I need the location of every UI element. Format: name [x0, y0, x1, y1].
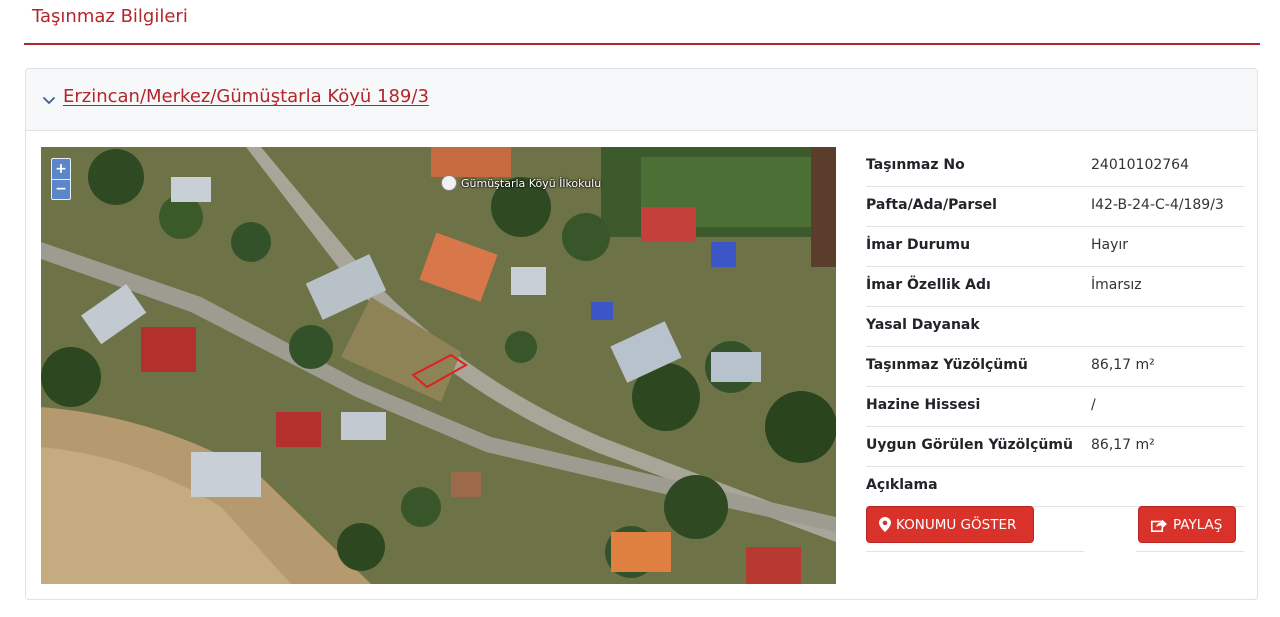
info-label: İmar Özellik Adı	[866, 277, 991, 293]
parcel-card: Erzincan/Merkez/Gümüştarla Köyü 189/3 + …	[25, 68, 1258, 600]
page-title: Taşınmaz Bilgileri	[32, 6, 188, 27]
info-row: İmar Durumu Hayır	[866, 227, 1244, 267]
share-button[interactable]: PAYLAŞ	[1138, 506, 1236, 543]
info-row: Taşınmaz Yüzölçümü 86,17 m²	[866, 347, 1244, 387]
info-label: Uygun Görülen Yüzölçümü	[866, 437, 1073, 453]
info-value: 86,17 m²	[1091, 357, 1155, 373]
info-label: Pafta/Ada/Parsel	[866, 197, 997, 213]
map-zoom-control: + −	[51, 158, 71, 200]
info-value: Hayır	[1091, 237, 1129, 253]
map-imagery	[41, 147, 836, 584]
satellite-map[interactable]: + − Gümüştarla Köyü İlkokulu	[41, 147, 836, 584]
parcel-card-header[interactable]: Erzincan/Merkez/Gümüştarla Köyü 189/3	[26, 69, 1257, 131]
info-label: Taşınmaz No	[866, 157, 965, 173]
info-value: 24010102764	[1091, 157, 1189, 173]
page-header: Taşınmaz Bilgileri	[0, 0, 1280, 46]
info-value: İmarsız	[1091, 277, 1142, 293]
zoom-in-button[interactable]: +	[52, 159, 70, 180]
zoom-out-button[interactable]: −	[52, 179, 70, 199]
info-row: Yasal Dayanak	[866, 307, 1244, 347]
header-divider	[24, 43, 1260, 45]
info-label: Açıklama	[866, 477, 938, 493]
info-value: 86,17 m²	[1091, 437, 1155, 453]
info-label: Yasal Dayanak	[866, 317, 980, 333]
share-icon	[1151, 518, 1168, 532]
show-location-label: KONUMU GÖSTER	[896, 516, 1017, 533]
show-location-button[interactable]: KONUMU GÖSTER	[866, 506, 1034, 543]
info-row: Hazine Hissesi /	[866, 387, 1244, 427]
info-label: Taşınmaz Yüzölçümü	[866, 357, 1028, 373]
info-row: Taşınmaz No 24010102764	[866, 147, 1244, 187]
info-value: I42-B-24-C-4/189/3	[1091, 197, 1224, 213]
info-row: Uygun Görülen Yüzölçümü 86,17 m²	[866, 427, 1244, 467]
map-marker-icon	[879, 517, 891, 532]
info-label: İmar Durumu	[866, 237, 971, 253]
info-value: /	[1091, 397, 1096, 413]
info-row: İmar Özellik Adı İmarsız	[866, 267, 1244, 307]
button-divider	[1136, 551, 1244, 552]
parcel-info-table: Taşınmaz No 24010102764 Pafta/Ada/Parsel…	[866, 147, 1244, 507]
parcel-title-link[interactable]: Erzincan/Merkez/Gümüştarla Köyü 189/3	[63, 86, 429, 107]
chevron-down-icon[interactable]	[40, 91, 58, 109]
map-poi-label[interactable]: Gümüştarla Köyü İlkokulu	[461, 177, 601, 190]
info-row: Pafta/Ada/Parsel I42-B-24-C-4/189/3	[866, 187, 1244, 227]
school-poi-icon[interactable]	[441, 175, 457, 191]
button-divider	[866, 551, 1084, 552]
info-label: Hazine Hissesi	[866, 397, 981, 413]
share-label: PAYLAŞ	[1173, 516, 1223, 533]
info-row: Açıklama	[866, 467, 1244, 507]
